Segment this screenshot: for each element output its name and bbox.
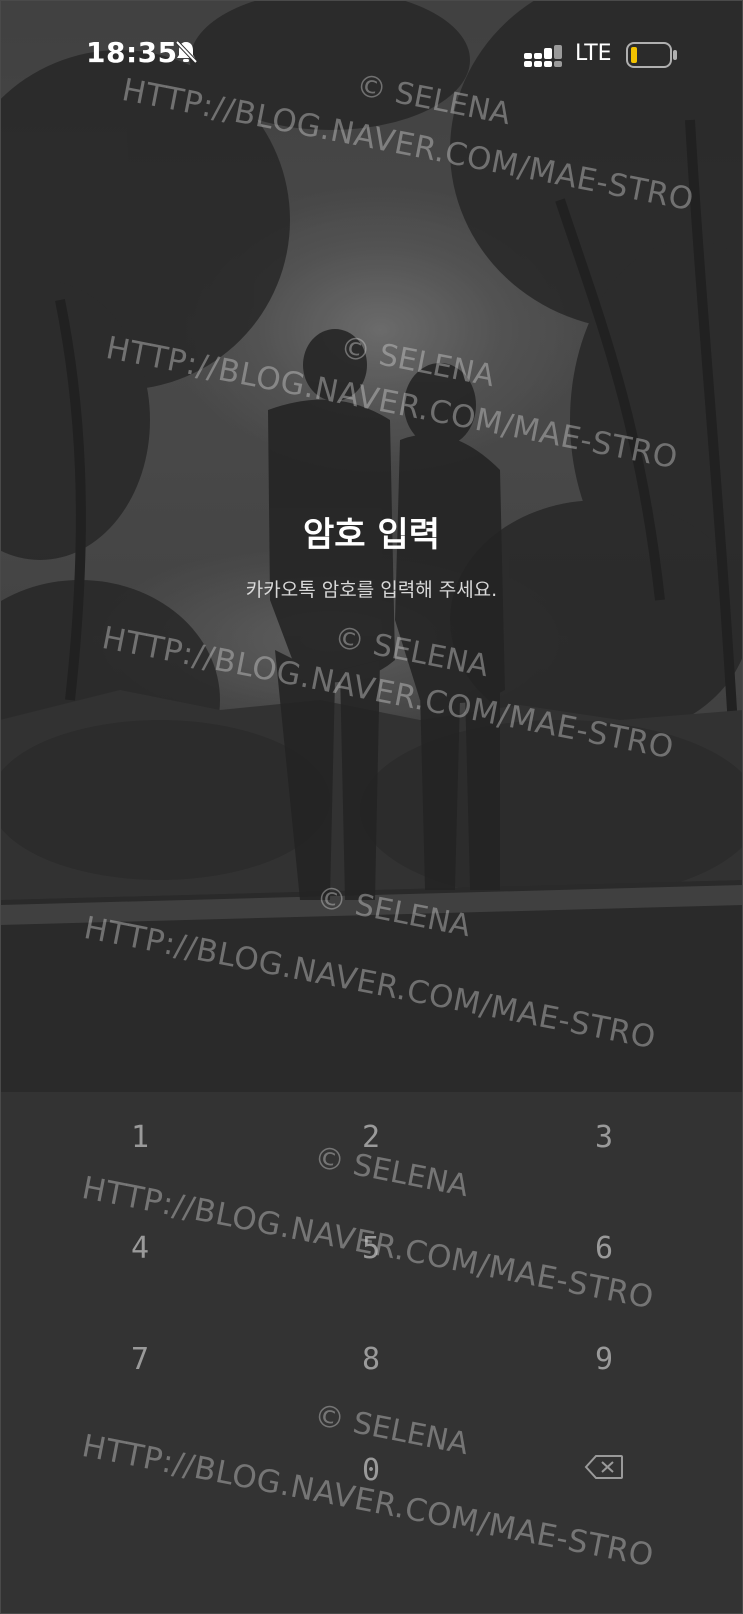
clock: 18:35 bbox=[86, 36, 178, 69]
battery-icon bbox=[626, 42, 678, 72]
status-bar: 18:35 LTE bbox=[0, 0, 743, 110]
lock-screen: 18:35 LTE 암호 입력 카카오톡 암호를 입력해 주세요. 1 2 3 … bbox=[0, 0, 743, 1614]
signal-icon bbox=[524, 45, 564, 71]
key-0[interactable]: 0 bbox=[291, 1425, 451, 1515]
key-6[interactable]: 6 bbox=[524, 1203, 684, 1293]
key-5[interactable]: 5 bbox=[291, 1203, 451, 1293]
delete-button[interactable] bbox=[524, 1425, 684, 1515]
page-subtitle: 카카오톡 암호를 입력해 주세요. bbox=[245, 579, 498, 601]
key-2[interactable]: 2 bbox=[291, 1092, 451, 1182]
bell-off-icon bbox=[175, 40, 198, 68]
key-8[interactable]: 8 bbox=[291, 1314, 451, 1404]
backspace-icon bbox=[584, 1453, 624, 1488]
page-title: 암호 입력 bbox=[303, 515, 440, 555]
passcode-keypad: 1 2 3 4 5 6 7 8 9 0 bbox=[0, 1092, 743, 1614]
network-type-label: LTE bbox=[575, 41, 612, 66]
key-1[interactable]: 1 bbox=[60, 1092, 220, 1182]
key-9[interactable]: 9 bbox=[524, 1314, 684, 1404]
key-7[interactable]: 7 bbox=[60, 1314, 220, 1404]
key-4[interactable]: 4 bbox=[60, 1203, 220, 1293]
key-3[interactable]: 3 bbox=[524, 1092, 684, 1182]
